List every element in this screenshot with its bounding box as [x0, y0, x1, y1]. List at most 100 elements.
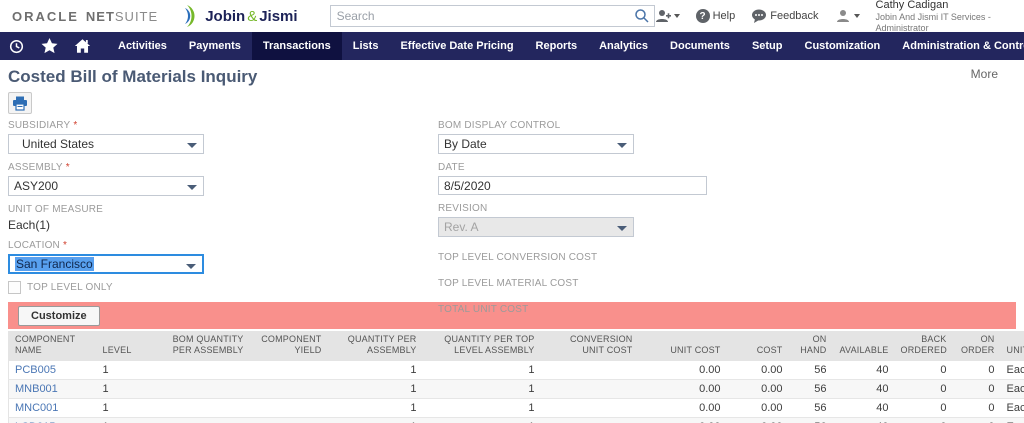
- column-header: LEVEL: [96, 331, 155, 361]
- table-cell: 0: [894, 417, 953, 423]
- location-select[interactable]: San Francisco: [8, 254, 204, 274]
- customize-button[interactable]: Customize: [18, 305, 100, 326]
- column-header: CONVERSION UNIT COST: [540, 331, 639, 361]
- column-header: QUANTITY PER TOP LEVEL ASSEMBLY: [422, 331, 541, 361]
- table-cell: 0: [894, 360, 953, 380]
- table-row: PCB0051110.000.00564000Each(1): [8, 360, 1024, 380]
- component-name-link[interactable]: PCB005: [15, 364, 56, 376]
- table-cell: 1: [327, 360, 423, 380]
- table-cell: 1: [327, 398, 423, 418]
- print-button[interactable]: [8, 92, 32, 114]
- table-cell: 1: [96, 417, 155, 423]
- table-cell: [249, 379, 328, 399]
- chevron-down-icon: [187, 185, 197, 190]
- recent-records-icon[interactable]: [0, 32, 33, 60]
- create-new-icon: [655, 10, 671, 22]
- top-level-material-cost-label: TOP LEVEL MATERIAL COST: [438, 278, 579, 289]
- date-label: DATE: [438, 162, 465, 173]
- create-new-button[interactable]: [655, 9, 680, 23]
- table-cell: [540, 379, 639, 399]
- table-cell: 0: [894, 379, 953, 399]
- oracle-netsuite-logo[interactable]: ORACLE NET SUITE: [12, 9, 158, 24]
- nav-icon-group: [0, 32, 99, 60]
- home-icon[interactable]: [66, 32, 99, 60]
- table-cell: [154, 417, 250, 423]
- component-name-link[interactable]: MNC001: [15, 402, 58, 414]
- search-input[interactable]: [329, 5, 655, 27]
- unit-of-measure-label: UNIT OF MEASURE: [8, 204, 104, 215]
- search-icon[interactable]: [634, 8, 650, 24]
- table-cell: 1: [422, 360, 541, 380]
- assembly-select[interactable]: ASY200: [8, 176, 204, 196]
- netsuite-wordmark: NET: [85, 8, 115, 24]
- table-cell: 56: [788, 398, 833, 418]
- table-cell: 0.00: [726, 417, 789, 423]
- table-cell: 1: [96, 379, 155, 399]
- table-body: PCB0051110.000.00564000Each(1)MNB0011110…: [8, 360, 1024, 423]
- nav-item-effective-date-pricing[interactable]: Effective Date Pricing: [389, 32, 524, 60]
- nav-item-analytics[interactable]: Analytics: [588, 32, 659, 60]
- date-input[interactable]: [438, 176, 707, 195]
- table-cell: 0: [952, 360, 1001, 380]
- feedback-button[interactable]: Feedback: [751, 9, 819, 23]
- user-menu[interactable]: Cathy Cadigan Jobin And Jismi IT Service…: [876, 0, 1016, 33]
- required-asterisk: *: [73, 120, 78, 131]
- jobin-jismi-swoosh-icon: [185, 5, 195, 27]
- table-cell: 40: [832, 379, 895, 399]
- column-header: COST: [726, 331, 789, 361]
- location-label: LOCATION *: [8, 240, 68, 251]
- table-cell: [540, 360, 639, 380]
- nav-item-documents[interactable]: Documents: [659, 32, 741, 60]
- nav-item-administration-controls[interactable]: Administration & Controls: [891, 32, 1024, 60]
- chevron-down-icon: [187, 143, 197, 148]
- required-asterisk: *: [62, 240, 68, 251]
- bom-display-control-select[interactable]: By Date: [438, 134, 634, 154]
- table-cell: LCD015: [8, 417, 97, 423]
- column-header: UNITS: [1000, 331, 1024, 361]
- table-cell: 56: [788, 417, 833, 423]
- top-level-only-checkbox[interactable]: [8, 281, 21, 294]
- table-cell: Each(1): [1000, 360, 1024, 380]
- column-header: UNIT COST: [638, 331, 727, 361]
- nav-item-reports[interactable]: Reports: [525, 32, 589, 60]
- page-content: Costed Bill of Materials Inquiry More SU…: [0, 67, 1024, 423]
- chevron-down-icon: [617, 143, 627, 148]
- chevron-down-icon: [617, 226, 627, 231]
- column-header: COMPONENT NAME: [8, 331, 97, 361]
- nav-item-lists[interactable]: Lists: [342, 32, 390, 60]
- more-link[interactable]: More: [971, 67, 998, 81]
- assembly-label: ASSEMBLY *: [8, 162, 70, 173]
- table-cell: [540, 398, 639, 418]
- revision-label: REVISION: [438, 203, 488, 214]
- top-level-only-label: TOP LEVEL ONLY: [27, 282, 113, 293]
- roles-button[interactable]: [835, 9, 860, 23]
- nav-item-customization[interactable]: Customization: [794, 32, 892, 60]
- nav-item-payments[interactable]: Payments: [178, 32, 252, 60]
- nav-item-activities[interactable]: Activities: [107, 32, 178, 60]
- table-cell: [249, 398, 328, 418]
- chevron-down-icon: [673, 14, 680, 18]
- user-name: Cathy Cadigan: [875, 0, 949, 11]
- table-cell: 40: [832, 417, 895, 423]
- top-header: ORACLENETSUITE Jobin&Jismi ? Help: [0, 0, 1024, 33]
- chevron-down-icon: [853, 14, 860, 18]
- table-cell: 1: [96, 398, 155, 418]
- table-cell: [249, 417, 328, 423]
- subsidiary-select[interactable]: United States: [8, 134, 204, 154]
- table-cell: PCB005: [8, 360, 97, 380]
- help-button[interactable]: ? Help: [695, 9, 735, 23]
- table-cell: [154, 398, 250, 418]
- nav-item-transactions[interactable]: Transactions: [251, 32, 342, 60]
- table-cell: 0.00: [726, 379, 789, 399]
- table-row: MNB0011110.000.00564000Each(1): [8, 379, 1024, 399]
- nav-item-setup[interactable]: Setup: [741, 32, 794, 60]
- table-cell: 0.00: [638, 398, 727, 418]
- component-name-link[interactable]: MNB001: [15, 383, 58, 395]
- column-header: AVAILABLE: [832, 331, 895, 361]
- table-cell: Each(1): [1000, 379, 1024, 399]
- column-header: QUANTITY PER ASSEMBLY: [327, 331, 423, 361]
- table-cell: 56: [788, 379, 833, 399]
- table-cell: MNC001: [8, 398, 97, 418]
- shortcuts-star-icon[interactable]: [33, 32, 66, 60]
- nav-menu: Activities Payments Transactions Lists Effec…: [107, 32, 1024, 60]
